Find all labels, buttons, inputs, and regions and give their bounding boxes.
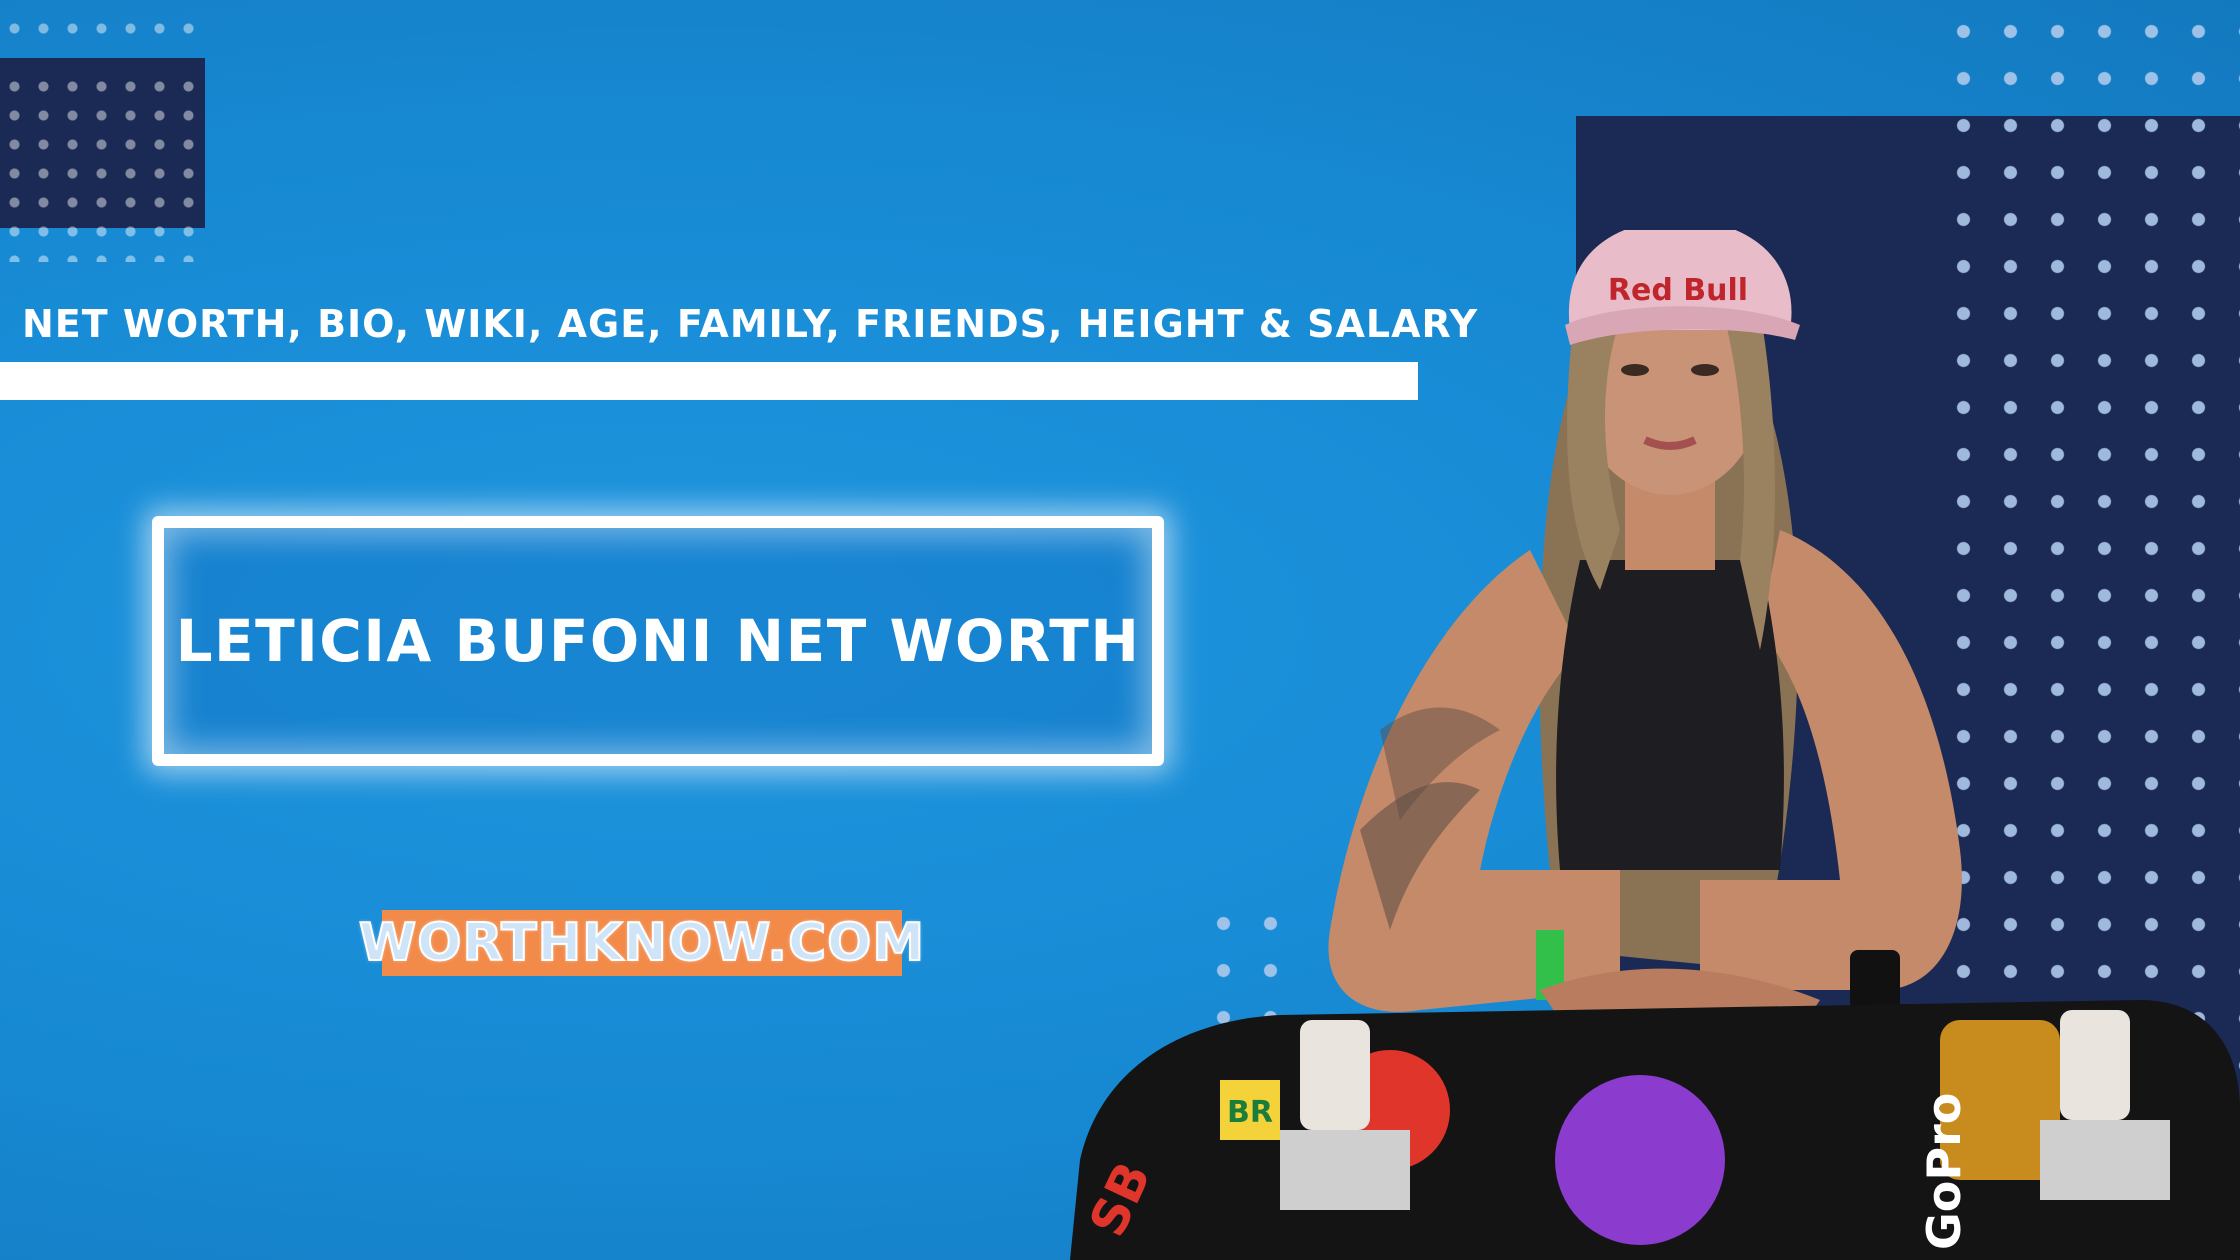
eye — [1691, 364, 1719, 376]
truck — [1300, 1020, 1370, 1130]
site-name: WORTHKNOW.COM — [358, 912, 926, 974]
truck-base — [2040, 1120, 2170, 1200]
torso — [1556, 560, 1784, 870]
site-badge: WORTHKNOW.COM — [358, 910, 925, 976]
board-sticker — [1555, 1075, 1725, 1245]
board-sticker-text: GoPro — [1917, 1093, 1971, 1250]
cap-logo-text: Red Bull — [1608, 273, 1748, 308]
dot-pattern-top-left-overlay — [0, 72, 205, 262]
page-title: LETICIA BUFONI NET WORTH — [175, 607, 1141, 675]
title-frame: LETICIA BUFONI NET WORTH — [152, 516, 1164, 766]
board-sticker-text: BR — [1227, 1095, 1273, 1130]
watch — [1850, 950, 1900, 1010]
truck-base — [1280, 1130, 1410, 1210]
dot-pattern-top-left — [0, 14, 210, 44]
skater-photo: Red Bull BR GoPro SB — [1070, 230, 2240, 1260]
eye — [1621, 364, 1649, 376]
truck — [2060, 1010, 2130, 1120]
